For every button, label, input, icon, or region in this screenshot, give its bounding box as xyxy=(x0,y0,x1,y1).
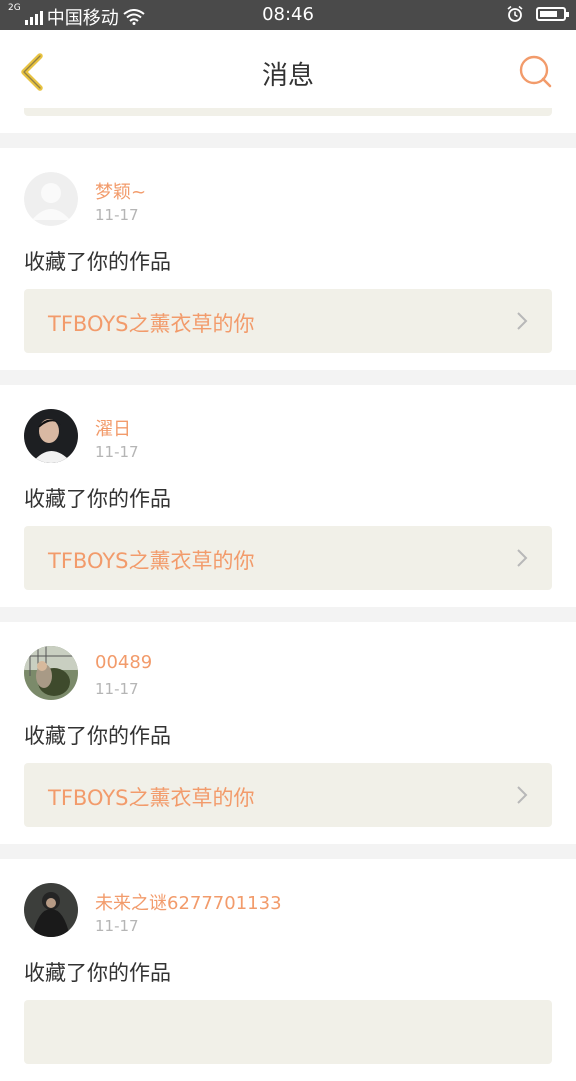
chevron-right-icon xyxy=(517,786,528,804)
work-link[interactable] xyxy=(24,1000,552,1064)
status-bar: 2G 中国移动 08:46 xyxy=(0,0,576,30)
user-avatar[interactable] xyxy=(24,883,78,937)
work-title: TFBOYS之薰衣草的你 xyxy=(48,312,255,336)
work-link[interactable]: TFBOYS之薰衣草的你 xyxy=(24,526,552,590)
page-title: 消息 xyxy=(261,61,314,91)
work-link[interactable]: TFBOYS之薰衣草的你 xyxy=(24,289,552,353)
notification-card: 梦颖~ 11-17 收藏了你的作品 TFBOYS之薰衣草的你 xyxy=(0,148,576,370)
username-link[interactable]: 濯日 xyxy=(95,415,131,441)
battery-level xyxy=(540,11,557,17)
username-link[interactable]: 梦颖~ xyxy=(95,178,146,204)
notification-date: 11-17 xyxy=(95,680,139,698)
default-avatar[interactable] xyxy=(24,172,78,226)
previous-card-stub xyxy=(0,108,576,133)
notification-date: 11-17 xyxy=(95,917,139,935)
clock: 08:46 xyxy=(262,4,314,25)
notification-card: 00489 11-17 收藏了你的作品 TFBOYS之薰衣草的你 xyxy=(0,622,576,844)
user-avatar[interactable] xyxy=(24,646,78,700)
work-link[interactable]: TFBOYS之薰衣草的你 xyxy=(24,763,552,827)
username-link[interactable]: 00489 xyxy=(95,652,152,673)
notification-card: 未来之谜6277701133 11-17 收藏了你的作品 xyxy=(0,859,576,1081)
notification-list: 梦颖~ 11-17 收藏了你的作品 TFBOYS之薰衣草的你 濯日 11-17 … xyxy=(0,108,576,1081)
notification-card: 濯日 11-17 收藏了你的作品 TFBOYS之薰衣草的你 xyxy=(0,385,576,607)
notification-date: 11-17 xyxy=(95,443,139,461)
search-button[interactable] xyxy=(516,52,556,92)
action-text: 收藏了你的作品 xyxy=(24,250,171,274)
action-text: 收藏了你的作品 xyxy=(24,724,171,748)
status-right xyxy=(506,5,569,23)
work-title: TFBOYS之薰衣草的你 xyxy=(48,786,255,810)
action-text: 收藏了你的作品 xyxy=(24,961,171,985)
username-link[interactable]: 未来之谜6277701133 xyxy=(95,889,282,915)
notification-date: 11-17 xyxy=(95,206,139,224)
app-header: 消息 xyxy=(0,30,576,109)
chevron-right-icon xyxy=(517,312,528,330)
search-icon xyxy=(519,55,552,88)
chevron-right-icon xyxy=(517,549,528,567)
alarm-icon xyxy=(507,5,523,22)
action-text: 收藏了你的作品 xyxy=(24,487,171,511)
work-title: TFBOYS之薰衣草的你 xyxy=(48,549,255,573)
user-avatar[interactable] xyxy=(24,409,78,463)
battery-icon xyxy=(536,7,569,21)
